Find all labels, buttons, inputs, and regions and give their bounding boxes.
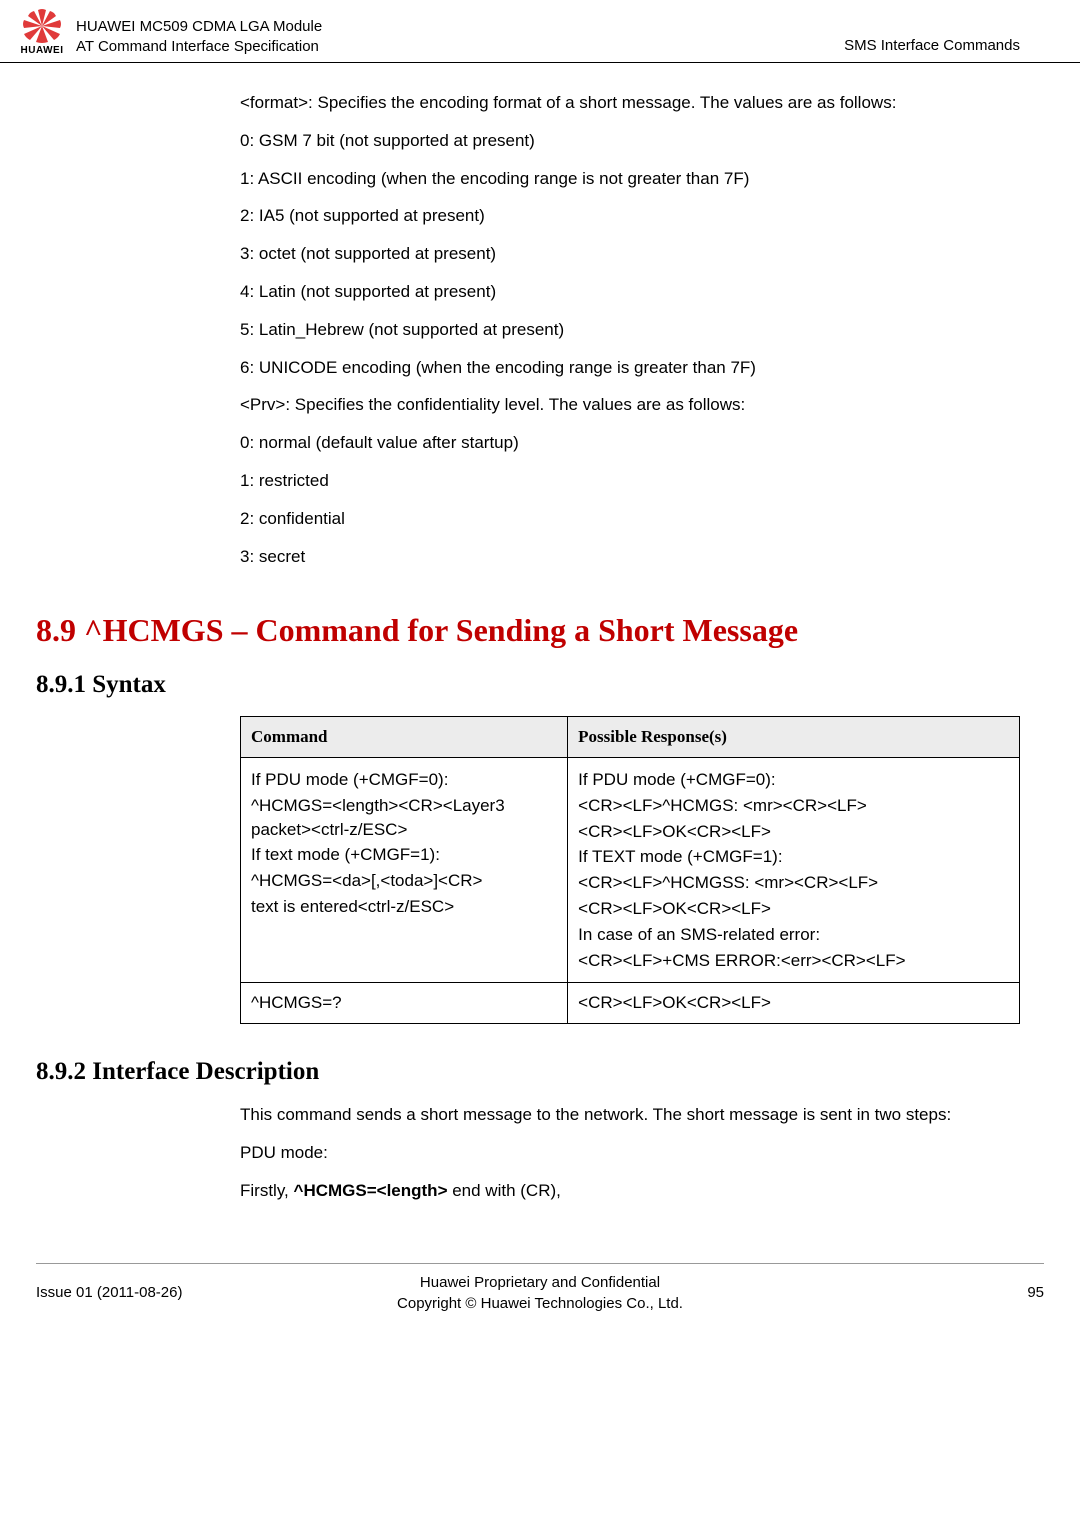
subsection-syntax: 8.9.1 Syntax: [36, 667, 1080, 702]
desc-p3: Firstly, ^HCMGS=<length> end with (CR),: [240, 1179, 1020, 1203]
format-2: 2: IA5 (not supported at present): [240, 204, 1020, 228]
huawei-logo-icon: [20, 8, 64, 44]
footer-center: Huawei Proprietary and Confidential Copy…: [372, 1272, 708, 1314]
format-6: 6: UNICODE encoding (when the encoding r…: [240, 356, 1020, 380]
resp-line: <CR><LF>+CMS ERROR:<err><CR><LF>: [578, 949, 1009, 973]
cmd-line: text is entered<ctrl-z/ESC>: [251, 895, 557, 919]
resp-line: If PDU mode (+CMGF=0):: [578, 768, 1009, 792]
resp-line: <CR><LF>^HCMGSS: <mr><CR><LF>: [578, 871, 1009, 895]
resp-line: In case of an SMS-related error:: [578, 923, 1009, 947]
resp-line: <CR><LF>^HCMGS: <mr><CR><LF>: [578, 794, 1009, 818]
desc-p3-b: ^HCMGS=<length>: [294, 1181, 448, 1200]
cell-command: ^HCMGS=?: [241, 983, 568, 1024]
th-command: Command: [241, 717, 568, 758]
th-response: Possible Response(s): [568, 717, 1020, 758]
desc-p1: This command sends a short message to th…: [240, 1103, 1020, 1127]
prv-3: 3: secret: [240, 545, 1020, 569]
format-3: 3: octet (not supported at present): [240, 242, 1020, 266]
table-header-row: Command Possible Response(s): [241, 717, 1020, 758]
prv-2: 2: confidential: [240, 507, 1020, 531]
header-title-line2: AT Command Interface Specification: [76, 37, 844, 57]
format-5: 5: Latin_Hebrew (not supported at presen…: [240, 318, 1020, 342]
cell-command: If PDU mode (+CMGF=0): ^HCMGS=<length><C…: [241, 757, 568, 982]
header-titles: HUAWEI MC509 CDMA LGA Module AT Command …: [76, 17, 844, 58]
resp-line: <CR><LF>OK<CR><LF>: [578, 897, 1009, 921]
header-title-line1: HUAWEI MC509 CDMA LGA Module: [76, 17, 844, 37]
section-heading: 8.9 ^HCMGS – Command for Sending a Short…: [36, 608, 1080, 653]
body-content: <format>: Specifies the encoding format …: [0, 63, 1080, 568]
cmd-line: If PDU mode (+CMGF=0):: [251, 768, 557, 792]
cell-response: <CR><LF>OK<CR><LF>: [568, 983, 1020, 1024]
format-4: 4: Latin (not supported at present): [240, 280, 1020, 304]
footer-center-l2: Copyright © Huawei Technologies Co., Ltd…: [372, 1293, 708, 1314]
prv-intro: <Prv>: Specifies the confidentiality lev…: [240, 393, 1020, 417]
cmd-line: If text mode (+CMGF=1):: [251, 843, 557, 867]
resp-line: If TEXT mode (+CMGF=1):: [578, 845, 1009, 869]
prv-1: 1: restricted: [240, 469, 1020, 493]
footer-center-l1: Huawei Proprietary and Confidential: [372, 1272, 708, 1293]
desc-p2: PDU mode:: [240, 1141, 1020, 1165]
syntax-table: Command Possible Response(s) If PDU mode…: [240, 716, 1020, 1024]
logo: HUAWEI: [20, 8, 64, 58]
format-1: 1: ASCII encoding (when the encoding ran…: [240, 167, 1020, 191]
description-content: This command sends a short message to th…: [0, 1103, 1080, 1202]
desc-p3-c: end with (CR),: [448, 1181, 561, 1200]
resp-line: <CR><LF>OK<CR><LF>: [578, 820, 1009, 844]
table-row: If PDU mode (+CMGF=0): ^HCMGS=<length><C…: [241, 757, 1020, 982]
subsection-description: 8.9.2 Interface Description: [36, 1054, 1080, 1089]
prv-0: 0: normal (default value after startup): [240, 431, 1020, 455]
header-right: SMS Interface Commands: [844, 35, 1020, 58]
table-row: ^HCMGS=? <CR><LF>OK<CR><LF>: [241, 983, 1020, 1024]
footer-right: 95: [708, 1282, 1044, 1303]
page-footer: Issue 01 (2011-08-26) Huawei Proprietary…: [36, 1263, 1044, 1334]
page-header: HUAWEI HUAWEI MC509 CDMA LGA Module AT C…: [0, 0, 1080, 63]
desc-p3-a: Firstly,: [240, 1181, 294, 1200]
logo-text: HUAWEI: [21, 44, 64, 58]
format-0: 0: GSM 7 bit (not supported at present): [240, 129, 1020, 153]
cmd-line: ^HCMGS=<length><CR><Layer3 packet><ctrl-…: [251, 794, 557, 842]
footer-left: Issue 01 (2011-08-26): [36, 1282, 372, 1303]
cmd-line: ^HCMGS=<da>[,<toda>]<CR>: [251, 869, 557, 893]
format-intro: <format>: Specifies the encoding format …: [240, 91, 1020, 115]
cell-response: If PDU mode (+CMGF=0): <CR><LF>^HCMGS: <…: [568, 757, 1020, 982]
